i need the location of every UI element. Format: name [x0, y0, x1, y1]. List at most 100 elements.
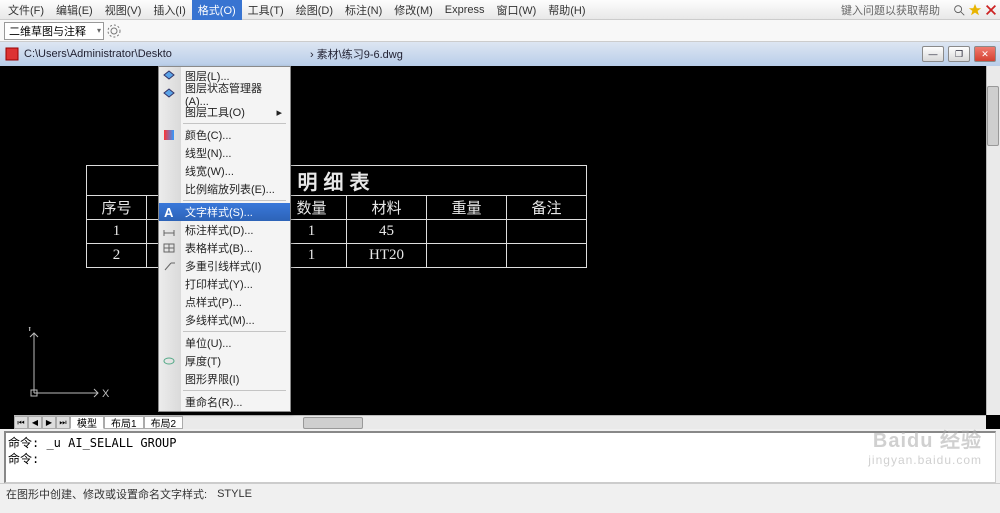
search-icon[interactable] [952, 3, 966, 17]
menu-item-layers-1[interactable]: 图层状态管理器(A)... [159, 85, 290, 103]
menu-item-item-13[interactable]: 打印样式(Y)... [159, 275, 290, 293]
menu-item-item-5[interactable]: 线型(N)... [159, 144, 290, 162]
menu-item-label: 重命名(R)... [185, 394, 242, 410]
table-header: 序号 [87, 196, 147, 220]
table-icon [161, 240, 177, 256]
menu-item-label: 单位(U)... [185, 335, 231, 351]
menu-item-label: 多线样式(M)... [185, 312, 255, 328]
horizontal-scroll-thumb[interactable] [303, 417, 363, 429]
tab-scroll-prev[interactable]: ◀ [28, 416, 42, 429]
menu-item-color-4[interactable]: 颜色(C)... [159, 126, 290, 144]
svg-text:A: A [164, 205, 174, 219]
menubar: 文件(F) 编辑(E) 视图(V) 插入(I) 格式(O) 工具(T) 绘图(D… [0, 0, 1000, 20]
blank-icon [161, 335, 177, 351]
table-header: 材料 [347, 196, 427, 220]
menu-dimension[interactable]: 标注(N) [339, 0, 388, 20]
tab-scroll-last[interactable]: ⏭ [56, 416, 70, 429]
maximize-button[interactable]: ❐ [948, 46, 970, 62]
tab-layout2[interactable]: 布局2 [144, 416, 184, 429]
svg-text:X: X [102, 388, 110, 400]
menu-item-label: 图层工具(O) [185, 104, 245, 120]
menu-help[interactable]: 帮助(H) [542, 0, 591, 20]
menu-item-label: 标注样式(D)... [185, 222, 253, 238]
layout-tab-bar: ⏮ ◀ ▶ ⏭ 模型 布局1 布局2 [14, 415, 986, 429]
menu-draw[interactable]: 绘图(D) [290, 0, 339, 20]
menu-item-label: 文字样式(S)... [185, 204, 253, 220]
menu-item-item-21[interactable]: 重命名(R)... [159, 393, 290, 411]
menu-item-table-11[interactable]: 表格样式(B)... [159, 239, 290, 257]
thick-icon [161, 353, 177, 369]
command-history-line: 命令: _u AI_SELALL GROUP [8, 434, 993, 450]
ucs-icon: Y X [20, 327, 110, 407]
workspace-toolbar: 二维草图与注释 [0, 20, 1000, 42]
workspace-dropdown[interactable]: 二维草图与注释 [4, 22, 104, 40]
menu-item-item-2[interactable]: 图层工具(O) ▸ [159, 103, 290, 121]
status-hint: 在图形中创建、修改或设置命名文字样式: [6, 486, 207, 502]
close-button[interactable]: ✕ [974, 46, 996, 62]
drawing-workspace[interactable]: 图层(L)...图层状态管理器(A)...图层工具(O)▸颜色(C)...线型(… [0, 66, 1000, 429]
menu-modify[interactable]: 修改(M) [388, 0, 439, 20]
table-header: 重量 [427, 196, 507, 220]
command-prompt[interactable]: 命令: [8, 450, 993, 466]
menu-format[interactable]: 格式(O) [192, 0, 242, 20]
color-icon [161, 127, 177, 143]
menu-item-label: 厚度(T) [185, 353, 221, 369]
document-titlebar: C:\Users\Administrator\Deskto › 素材\练习9-6… [0, 42, 1000, 66]
tab-layout1[interactable]: 布局1 [104, 416, 144, 429]
menu-insert[interactable]: 插入(I) [147, 0, 191, 20]
blank-icon [161, 104, 177, 120]
menu-item-label: 颜色(C)... [185, 127, 231, 143]
blank-icon [161, 145, 177, 161]
menu-item-label: 点样式(P)... [185, 294, 242, 310]
close-icon[interactable] [984, 3, 998, 17]
star-icon[interactable] [968, 3, 982, 17]
document-path-left: C:\Users\Administrator\Deskto [24, 48, 172, 60]
menu-file[interactable]: 文件(F) [2, 0, 50, 20]
blank-icon [161, 371, 177, 387]
blank-icon [161, 163, 177, 179]
menu-item-label: 多重引线样式(I) [185, 258, 261, 274]
blank-icon [161, 312, 177, 328]
menu-item-text-9[interactable]: A 文字样式(S)... [159, 203, 290, 221]
menu-item-label: 打印样式(Y)... [185, 276, 253, 292]
statusbar: 在图形中创建、修改或设置命名文字样式: STYLE [0, 483, 1000, 503]
menu-edit[interactable]: 编辑(E) [50, 0, 99, 20]
help-hint-input[interactable]: 键入问题以获取帮助 [841, 2, 944, 18]
menu-item-leader-12[interactable]: 多重引线样式(I) [159, 257, 290, 275]
gear-icon[interactable] [106, 23, 122, 39]
tab-scroll-first[interactable]: ⏮ [14, 416, 28, 429]
menu-item-item-17[interactable]: 单位(U)... [159, 334, 290, 352]
menu-item-item-15[interactable]: 多线样式(M)... [159, 311, 290, 329]
leader-icon [161, 258, 177, 274]
menu-window[interactable]: 窗口(W) [491, 0, 543, 20]
command-line[interactable]: 命令: _u AI_SELALL GROUP 命令: [4, 431, 996, 483]
menu-item-label: 线宽(W)... [185, 163, 234, 179]
status-command: STYLE [217, 488, 252, 500]
menu-item-item-7[interactable]: 比例缩放列表(E)... [159, 180, 290, 198]
tab-model[interactable]: 模型 [70, 416, 104, 429]
menu-express[interactable]: Express [439, 2, 491, 18]
format-dropdown-menu: 图层(L)...图层状态管理器(A)...图层工具(O)▸颜色(C)...线型(… [158, 66, 291, 412]
menu-item-label: 比例缩放列表(E)... [185, 181, 275, 197]
menu-item-label: 线型(N)... [185, 145, 231, 161]
vertical-scrollbar[interactable] [986, 66, 1000, 415]
menu-tools[interactable]: 工具(T) [242, 0, 290, 20]
blank-icon [161, 394, 177, 410]
blank-icon [161, 276, 177, 292]
menu-item-item-14[interactable]: 点样式(P)... [159, 293, 290, 311]
layers-icon [161, 86, 177, 102]
menu-item-dim-10[interactable]: 标注样式(D)... [159, 221, 290, 239]
menu-item-label: 表格样式(B)... [185, 240, 253, 256]
dim-icon [161, 222, 177, 238]
autocad-icon [4, 46, 20, 62]
menu-view[interactable]: 视图(V) [99, 0, 148, 20]
menu-item-item-19[interactable]: 图形界限(I) [159, 370, 290, 388]
blank-icon [161, 181, 177, 197]
menu-item-thick-18[interactable]: 厚度(T) [159, 352, 290, 370]
blank-icon [161, 294, 177, 310]
submenu-arrow-icon: ▸ [276, 106, 282, 119]
tab-scroll-next[interactable]: ▶ [42, 416, 56, 429]
menu-item-item-6[interactable]: 线宽(W)... [159, 162, 290, 180]
minimize-button[interactable]: — [922, 46, 944, 62]
svg-text:Y: Y [26, 327, 34, 334]
